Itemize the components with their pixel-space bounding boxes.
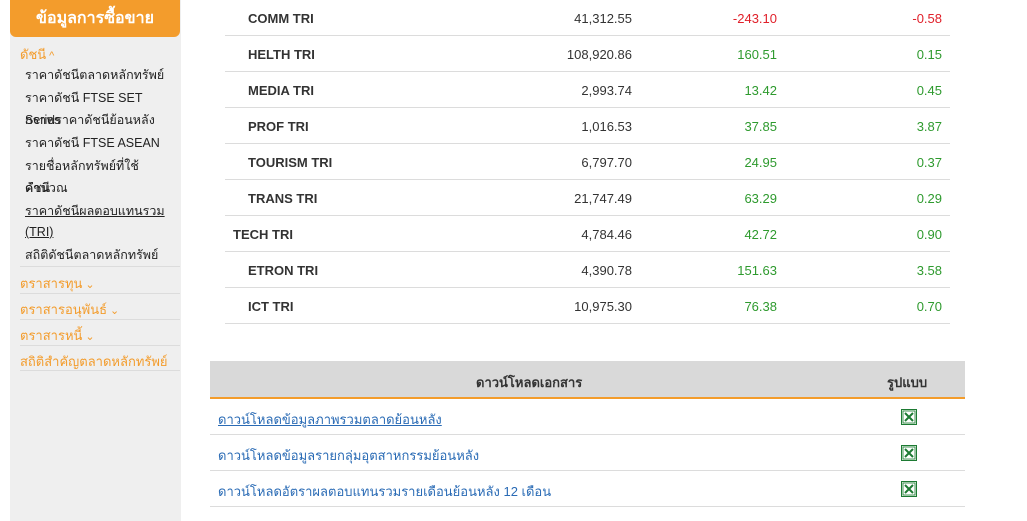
table-row: ดาวน์โหลดข้อมูลรายกลุ่มอุตสาหกรรมย้อนหลั… <box>210 435 965 471</box>
sidebar-section-label: ตราสารหนี้ <box>20 328 83 343</box>
excel-icon[interactable] <box>901 409 917 425</box>
index-name: TRANS TRI <box>248 191 318 206</box>
sidebar-header[interactable]: ข้อมูลการซื้อขาย <box>10 0 180 37</box>
index-value: 4,784.46 <box>581 227 632 242</box>
index-change: 160.51 <box>737 47 777 62</box>
chevron-down-icon: ⌄ <box>85 331 95 343</box>
download-industry-sector-link[interactable]: ดาวน์โหลดข้อมูลรายกลุ่มอุตสาหกรรมย้อนหลั… <box>218 445 479 466</box>
index-pct-change: 0.45 <box>916 83 942 98</box>
sidebar-section-derivatives[interactable]: ตราสารอนุพันธ์ ⌄ <box>20 299 119 320</box>
sidebar-section-label: สถิติสำคัญตลาดหลักทรัพย์ <box>20 354 168 369</box>
table-row: TRANS TRI 21,747.49 63.29 0.29 <box>225 180 950 216</box>
divider <box>20 293 180 294</box>
chevron-up-icon: ^ <box>49 50 55 62</box>
index-change: 63.29 <box>744 191 777 206</box>
sidebar-item-index-stats[interactable]: สถิติดัชนีตลาดหลักทรัพย์ <box>25 244 158 266</box>
table-row: MEDIA TRI 2,993.74 13.42 0.45 <box>225 72 950 108</box>
index-name: ICT TRI <box>248 299 294 314</box>
divider <box>20 345 180 346</box>
sidebar-section-key-stats[interactable]: สถิติสำคัญตลาดหลักทรัพย์ <box>20 351 168 372</box>
index-pct-change: 0.29 <box>916 191 942 206</box>
sidebar-section-index[interactable]: ดัชนี ^ <box>20 44 54 65</box>
index-value: 2,993.74 <box>581 83 632 98</box>
divider <box>20 370 180 371</box>
index-name: ETRON TRI <box>248 263 319 278</box>
index-value: 10,975.30 <box>574 299 632 314</box>
index-name: PROF TRI <box>248 119 309 134</box>
index-name: COMM TRI <box>248 11 314 26</box>
index-pct-change: 0.70 <box>916 299 942 314</box>
index-name: HELTH TRI <box>248 47 315 62</box>
sidebar-item-index-history-chart[interactable]: กราฟราคาดัชนีย้อนหลัง <box>25 109 155 131</box>
index-change: 42.72 <box>744 227 777 242</box>
sidebar-section-label: ตราสารอนุพันธ์ <box>20 302 108 317</box>
sidebar-item-set-index-price[interactable]: ราคาดัชนีตลาดหลักทรัพย์ <box>25 64 164 86</box>
sidebar-item-ftse-asean[interactable]: ราคาดัชนี FTSE ASEAN <box>25 132 160 154</box>
header-document: ดาวน์โหลดเอกสาร <box>476 375 583 390</box>
index-change: 13.42 <box>744 83 777 98</box>
index-change: 76.38 <box>744 299 777 314</box>
table-row: HELTH TRI 108,920.86 160.51 0.15 <box>225 36 950 72</box>
table-row: ICT TRI 10,975.30 76.38 0.70 <box>225 288 950 324</box>
sidebar-item-tri[interactable]: ราคาดัชนีผลตอบแทนรวม <box>25 200 165 222</box>
index-name: TOURISM TRI <box>248 155 333 170</box>
divider <box>20 266 180 267</box>
index-pct-change: 3.87 <box>916 119 942 134</box>
index-change: -243.10 <box>732 11 777 26</box>
index-pct-change: 0.90 <box>916 227 942 242</box>
index-value: 6,797.70 <box>581 155 632 170</box>
divider <box>20 319 180 320</box>
download-monthly-return-link[interactable]: ดาวน์โหลดอัตราผลตอบแทนรวมรายเดือนย้อนหลั… <box>218 481 551 502</box>
table-row: ETRON TRI 4,390.78 151.63 3.58 <box>225 252 950 288</box>
chevron-down-icon: ⌄ <box>110 305 120 317</box>
table-row: PROF TRI 1,016.53 37.85 3.87 <box>225 108 950 144</box>
index-value: 21,747.49 <box>574 191 632 206</box>
sidebar: ข้อมูลการซื้อขาย ดัชนี ^ ราคาดัชนีตลาดหลั… <box>10 0 181 521</box>
sidebar-item-tri-cont[interactable]: (TRI) <box>25 221 53 243</box>
sidebar-section-label: ดัชนี <box>20 47 47 62</box>
excel-icon[interactable] <box>901 481 917 497</box>
sidebar-section-bonds[interactable]: ตราสารหนี้ ⌄ <box>20 325 95 346</box>
index-pct-change: -0.58 <box>912 11 942 26</box>
download-table-header: ดาวน์โหลดเอกสาร รูปแบบ <box>210 361 965 399</box>
table-row: COMM TRI 41,312.55 -243.10 -0.58 <box>225 0 950 36</box>
index-pct-change: 0.37 <box>916 155 942 170</box>
table-row: TOURISM TRI 6,797.70 24.95 0.37 <box>225 144 950 180</box>
index-name: MEDIA TRI <box>248 83 314 98</box>
header-format: รูปแบบ <box>887 375 928 390</box>
index-change: 151.63 <box>737 263 777 278</box>
table-row: TECH TRI 4,784.46 42.72 0.90 <box>225 216 950 252</box>
sidebar-section-label: ตราสารทุน <box>20 276 83 291</box>
index-pct-change: 0.15 <box>916 47 942 62</box>
index-value: 41,312.55 <box>574 11 632 26</box>
index-value: 1,016.53 <box>581 119 632 134</box>
excel-icon[interactable] <box>901 445 917 461</box>
table-row: ดาวน์โหลดข้อมูลภาพรวมตลาดย้อนหลัง <box>210 399 965 435</box>
sidebar-item-constituents-cont[interactable]: ดัชนี <box>25 177 50 199</box>
download-market-overview-link[interactable]: ดาวน์โหลดข้อมูลภาพรวมตลาดย้อนหลัง <box>218 409 442 430</box>
index-change: 24.95 <box>744 155 777 170</box>
index-pct-change: 3.58 <box>916 263 942 278</box>
index-value: 4,390.78 <box>581 263 632 278</box>
table-row: ดาวน์โหลดอัตราผลตอบแทนรวมรายเดือนย้อนหลั… <box>210 471 965 507</box>
chevron-down-icon: ⌄ <box>85 279 95 291</box>
index-value: 108,920.86 <box>566 47 632 62</box>
index-name: TECH TRI <box>233 227 293 242</box>
index-change: 37.85 <box>744 119 777 134</box>
sidebar-section-equity[interactable]: ตราสารทุน ⌄ <box>20 273 95 294</box>
